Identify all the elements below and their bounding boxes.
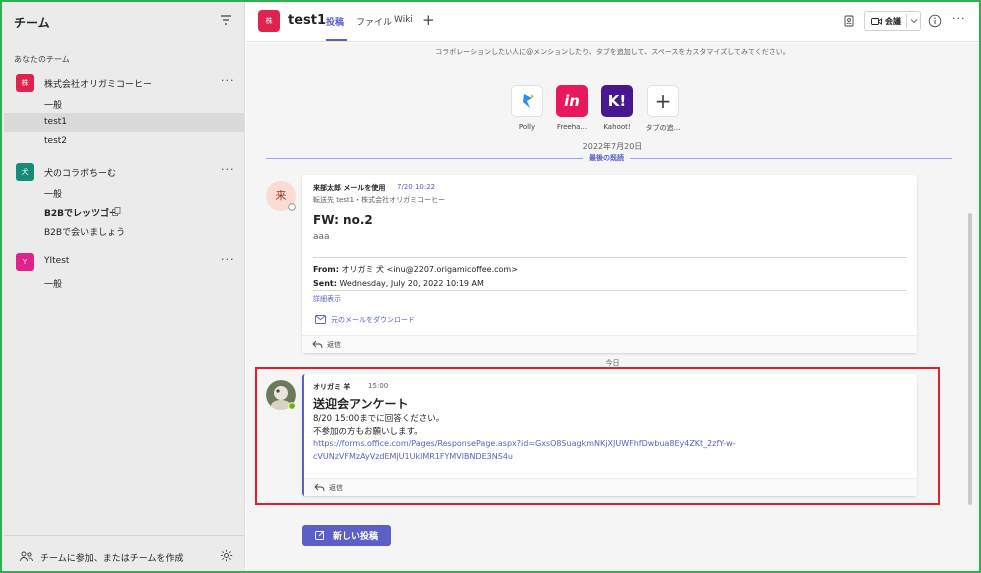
survey-link-continued[interactable]: cVUNzVFMzAyVzdEMjU1UklMR1FYMVlBNDE3NS4u [313, 452, 513, 461]
channel-avatar: 株 [258, 10, 280, 32]
team-name: 株式会社オリガミコーヒー [44, 80, 153, 90]
tab-posts[interactable]: 投稿 [326, 15, 344, 28]
tab-files[interactable]: ファイル [356, 15, 392, 28]
date-divider: 2022年7月20日 [582, 142, 643, 151]
message-card[interactable]: 来部太郎 メールを使用 7/20 10:22 転送先 test1・株式会社オリガ… [302, 175, 917, 353]
more-options-icon[interactable]: ··· [221, 253, 235, 266]
channel-item[interactable]: test2 [4, 132, 244, 151]
new-post-label: 新しい投稿 [333, 532, 379, 542]
app-add-tab[interactable]: + タブの追... [637, 85, 689, 133]
reply-icon [312, 340, 323, 349]
divider [313, 290, 907, 291]
info-icon[interactable] [928, 14, 942, 28]
reply-icon [314, 483, 325, 492]
status-icon [288, 203, 296, 211]
channel-item[interactable]: 一般 [4, 94, 244, 113]
team-avatar: 犬 [16, 163, 34, 181]
shared-channel-icon [112, 207, 121, 216]
add-tab-icon[interactable]: + [422, 11, 435, 29]
message-line: 8/20 15:00までに回答ください。 [313, 414, 445, 424]
app-kahoot[interactable]: K! Kahoot! [591, 85, 643, 131]
email-from: From: オリガミ 犬 <inu@2207.origamicoffee.com… [313, 265, 518, 274]
scrollbar[interactable] [968, 213, 972, 505]
channel-item[interactable]: 一般 [4, 273, 244, 292]
tab-wiki[interactable]: Wiki [394, 15, 413, 25]
meet-button[interactable]: 会議 [864, 11, 921, 31]
active-tab-indicator [326, 39, 347, 41]
plus-icon: + [647, 85, 679, 117]
survey-link[interactable]: https://forms.office.com/Pages/ResponseP… [313, 439, 736, 448]
email-sent: Sent: Wednesday, July 20, 2022 10:19 AM [313, 279, 484, 288]
sidebar-footer: チームに参加、またはチームを作成 [4, 535, 244, 571]
freehand-icon: in [556, 85, 588, 117]
forwarded-info: 転送先 test1・株式会社オリガミコーヒー [313, 196, 446, 204]
team-name: 犬のコラボちーむ [44, 169, 117, 179]
team-avatar: Y [16, 253, 34, 271]
download-original-link[interactable]: 元のメールをダウンロード [331, 315, 415, 325]
more-options-icon[interactable]: ··· [221, 163, 235, 176]
channel-header: 株 test1 投稿 ファイル Wiki + 会議 ··· [246, 2, 979, 42]
message-body: aaa [313, 232, 330, 242]
team-avatar: 株 [16, 74, 34, 92]
mail-icon [315, 315, 326, 324]
channel-item-active[interactable]: test1 [4, 113, 244, 132]
kahoot-icon: K! [601, 85, 633, 117]
polly-icon [511, 85, 543, 117]
more-options-icon[interactable]: ··· [952, 12, 966, 25]
video-camera-icon [871, 18, 882, 25]
last-read-label: 最後の既読 [583, 153, 630, 163]
message-line: 不参加の方もお願いします。 [313, 427, 423, 437]
chevron-down-icon[interactable] [910, 18, 918, 24]
channel-item-unread[interactable]: B2Bでレッツゴー [4, 202, 244, 221]
intro-hint: コラボレーションしたい人に@メンションしたり、タブを追加して、スペースをカスタマ… [435, 48, 790, 56]
reply-button[interactable]: 返信 [302, 335, 917, 353]
message-time: 7/20 10:22 [397, 183, 436, 191]
reply-button[interactable]: 返信 [304, 478, 917, 496]
channel-title: test1 [288, 13, 327, 28]
message-card[interactable]: オリガミ 羊 15:00 送迎会アンケート 8/20 15:00までに回答くださ… [302, 374, 917, 496]
divider [906, 14, 907, 28]
new-post-button[interactable]: 新しい投稿 [302, 525, 391, 546]
message-author: 来部太郎 メールを使用 [313, 184, 386, 192]
sidebar-title: チーム [14, 16, 50, 30]
message-title: 送迎会アンケート [313, 397, 409, 411]
message-time: 15:00 [368, 382, 389, 390]
compose-icon [315, 530, 325, 540]
channel-item[interactable]: B2Bで会いましょう [4, 221, 244, 240]
show-details-link[interactable]: 詳細表示 [313, 294, 341, 304]
your-teams-label: あなたのチーム [14, 55, 70, 64]
conversation-area: コラボレーションしたい人に@メンションしたり、タブを追加して、スペースをカスタマ… [246, 43, 979, 571]
teams-sidebar: チーム あなたのチーム 株 株式会社オリガミコーヒー ··· 一般 test1 … [2, 2, 245, 571]
team-item[interactable]: Y YItest ··· [16, 251, 244, 273]
team-item[interactable]: 犬 犬のコラボちーむ ··· [16, 161, 244, 183]
meet-label: 会議 [885, 17, 901, 26]
team-name: YItest [44, 256, 70, 266]
status-available-icon [288, 402, 296, 410]
message-author: オリガミ 羊 [313, 383, 351, 391]
team-item[interactable]: 株 株式会社オリガミコーヒー ··· [16, 72, 244, 94]
channel-item[interactable]: 一般 [4, 183, 244, 202]
more-options-icon[interactable]: ··· [221, 74, 235, 87]
join-team-icon[interactable] [20, 551, 33, 562]
join-or-create-team-link[interactable]: チームに参加、またはチームを作成 [40, 551, 183, 564]
divider [313, 257, 907, 258]
filter-icon[interactable] [220, 14, 232, 26]
channel-info-badge-icon[interactable] [842, 14, 856, 28]
gear-icon[interactable] [220, 549, 233, 562]
message-subject: FW: no.2 [313, 213, 373, 227]
